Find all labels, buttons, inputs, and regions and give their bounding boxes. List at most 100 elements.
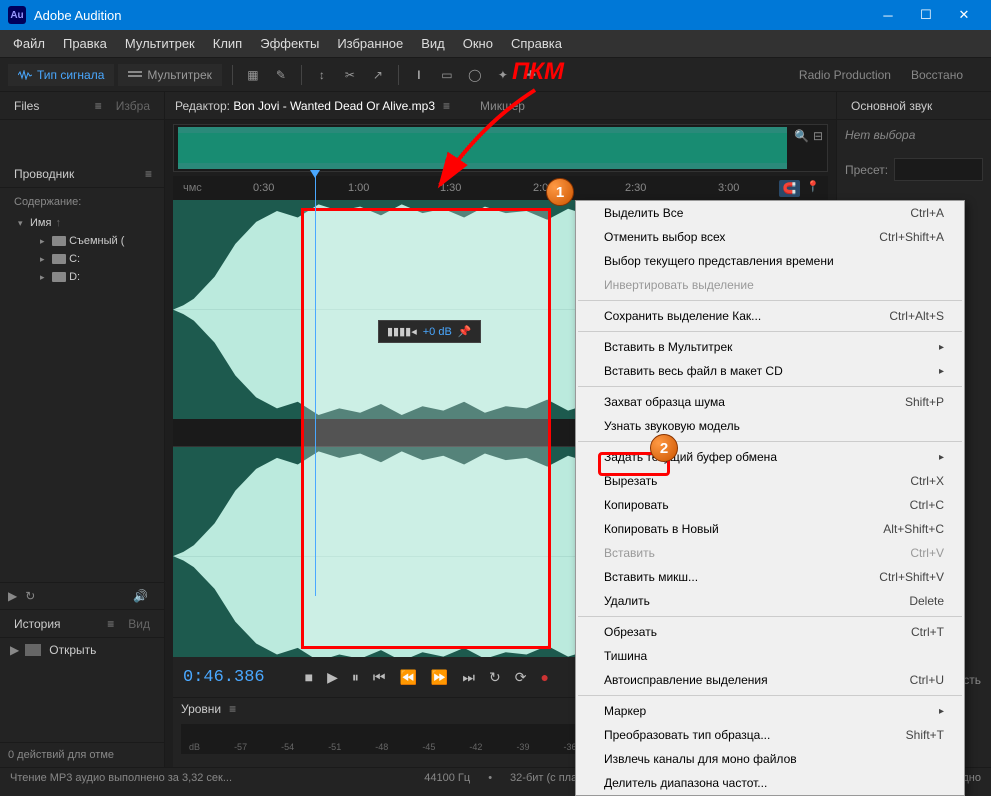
tree-item-c[interactable]: ▸ C:	[36, 250, 158, 268]
record-button[interactable]: ●	[540, 669, 548, 685]
sort-up-icon: ↑	[55, 217, 61, 229]
ctx-extract-mono[interactable]: Извлечь каналы для моно файлов	[576, 747, 964, 771]
maximize-button[interactable]: ☐	[907, 0, 945, 30]
menu-view[interactable]: Вид	[412, 32, 454, 55]
play-icon[interactable]: ▶	[8, 589, 17, 603]
levels-tab[interactable]: Уровни	[181, 702, 221, 716]
ctx-copy[interactable]: КопироватьCtrl+C	[576, 493, 964, 517]
db-hud[interactable]: ▮▮▮▮◂ +0 dB 📌	[378, 320, 481, 343]
menu-help[interactable]: Справка	[502, 32, 571, 55]
ctx-delete[interactable]: УдалитьDelete	[576, 589, 964, 613]
pin-icon[interactable]: 📌	[458, 325, 472, 338]
ctx-paste-mix[interactable]: Вставить микш...Ctrl+Shift+V	[576, 565, 964, 589]
hud-icon[interactable]: ▦	[241, 63, 265, 87]
signal-type-tab[interactable]: Тип сигнала	[8, 64, 114, 86]
prev-button[interactable]: ⏮	[373, 669, 386, 686]
ctx-freq-splitter[interactable]: Делитель диапазона частот...	[576, 771, 964, 795]
edit-icon[interactable]: ✎	[269, 63, 293, 87]
arrow-tool-icon[interactable]: ↕	[310, 63, 334, 87]
menu-edit[interactable]: Правка	[54, 32, 116, 55]
menu-multitrack[interactable]: Мультитрек	[116, 32, 204, 55]
i-beam-icon[interactable]: I	[407, 63, 431, 87]
panel-menu-icon[interactable]: ≡	[89, 99, 108, 113]
playhead[interactable]	[315, 176, 316, 596]
panel-menu-icon[interactable]: ≡	[229, 702, 236, 716]
chevron-right-icon: ▸	[40, 236, 48, 247]
file-icon	[25, 644, 41, 656]
ctx-deselect-all[interactable]: Отменить выбор всехCtrl+Shift+A	[576, 225, 964, 249]
move-tool-icon[interactable]: ↗	[366, 63, 390, 87]
chevron-right-icon: ▸	[40, 254, 48, 265]
ctx-silence[interactable]: Тишина	[576, 644, 964, 668]
menu-favorites[interactable]: Избранное	[328, 32, 412, 55]
restore-label[interactable]: Восстано	[911, 68, 963, 82]
pause-button[interactable]: ⏸	[352, 669, 359, 686]
play-button[interactable]: ▶	[327, 669, 338, 686]
ctx-marker[interactable]: Маркер▸	[576, 699, 964, 723]
menu-effects[interactable]: Эффекты	[251, 32, 328, 55]
files-tab[interactable]: Files	[6, 95, 47, 117]
preset-row: Пресет:	[845, 152, 983, 187]
ctx-copy-new[interactable]: Копировать в НовыйAlt+Shift+C	[576, 517, 964, 541]
editor-title: Редактор: Bon Jovi - Wanted Dead Or Aliv…	[175, 99, 435, 113]
forward-button[interactable]: ⏩	[431, 669, 448, 686]
preset-input[interactable]	[894, 158, 983, 181]
next-button[interactable]: ⏭	[462, 669, 475, 686]
main-sound-tab[interactable]: Основной звук	[843, 95, 940, 117]
explorer-tab[interactable]: Проводник	[6, 163, 82, 185]
waveform-selection[interactable]	[301, 208, 551, 649]
status-reading: Чтение MP3 аудио выполнено за 3,32 сек..…	[10, 772, 232, 784]
tree-item-removable[interactable]: ▸ Съемный (	[36, 232, 158, 250]
title-bar: Au Adobe Audition ─ ☐ ✕	[0, 0, 991, 30]
context-menu: Выделить ВсеCtrl+A Отменить выбор всехCt…	[575, 200, 965, 796]
ctx-insert-multitrack[interactable]: Вставить в Мультитрек▸	[576, 335, 964, 359]
menu-clip[interactable]: Клип	[204, 32, 251, 55]
vid-tab[interactable]: Вид	[120, 613, 158, 635]
ctx-separator	[578, 616, 962, 617]
tick-100: 1:00	[348, 182, 369, 194]
options-icon[interactable]: ⊟	[813, 129, 823, 143]
ctx-invert-selection: Инвертировать выделение	[576, 273, 964, 297]
marquee-icon[interactable]: ▭	[435, 63, 459, 87]
rewind-button[interactable]: ⏪	[399, 669, 416, 686]
ctx-learn-sound[interactable]: Узнать звуковую модель	[576, 414, 964, 438]
multitrack-tab[interactable]: Мультитрек	[118, 64, 221, 86]
zoom-icon[interactable]: 🔍	[794, 129, 809, 143]
menu-window[interactable]: Окно	[454, 32, 502, 55]
contents-label: Содержание:	[6, 196, 158, 208]
ctx-select-all[interactable]: Выделить ВсеCtrl+A	[576, 201, 964, 225]
multitrack-label: Мультитрек	[147, 68, 211, 82]
history-item-open[interactable]: ▶ Открыть	[0, 638, 164, 662]
magnet-icon[interactable]: 🧲	[779, 180, 801, 197]
close-button[interactable]: ✕	[945, 0, 983, 30]
ctx-save-selection[interactable]: Сохранить выделение Как...Ctrl+Alt+S	[576, 304, 964, 328]
name-label: Имя	[30, 217, 51, 229]
tick-030: 0:30	[253, 182, 274, 194]
ctx-select-time-view[interactable]: Выбор текущего представления времени	[576, 249, 964, 273]
minimize-button[interactable]: ─	[869, 0, 907, 30]
menu-file[interactable]: Файл	[4, 32, 54, 55]
name-column[interactable]: ▾ Имя ↑	[14, 214, 158, 232]
tree-item-d[interactable]: ▸ D:	[36, 268, 158, 286]
history-tab[interactable]: История	[6, 613, 69, 635]
cut-tool-icon[interactable]: ✂	[338, 63, 362, 87]
ctx-crop[interactable]: ОбрезатьCtrl+T	[576, 620, 964, 644]
ctx-auto-heal[interactable]: Автоисправление выделенияCtrl+U	[576, 668, 964, 692]
loop-icon[interactable]: ↻	[25, 589, 35, 603]
volume-icon[interactable]: 🔊	[133, 589, 148, 603]
loop-button[interactable]: ↻	[489, 669, 501, 686]
lasso-icon[interactable]: ◯	[463, 63, 487, 87]
panel-menu-icon[interactable]: ≡	[139, 167, 158, 181]
separator	[232, 65, 233, 85]
files-panel-tabs: Files ≡ Избра	[0, 92, 164, 120]
ctx-capture-noise[interactable]: Захват образца шумаShift+P	[576, 390, 964, 414]
workspace-name[interactable]: Radio Production	[799, 68, 891, 82]
favorites-tab[interactable]: Избра	[108, 95, 158, 117]
panel-menu-icon[interactable]: ≡	[101, 617, 120, 631]
ctx-insert-cd[interactable]: Вставить весь файл в макет CD▸	[576, 359, 964, 383]
skip-button[interactable]: ⟳	[515, 669, 527, 686]
stop-button[interactable]: ■	[305, 669, 313, 685]
pin-icon[interactable]: 📍	[806, 180, 820, 197]
ctx-convert-sample[interactable]: Преобразовать тип образца...Shift+T	[576, 723, 964, 747]
separator	[398, 65, 399, 85]
